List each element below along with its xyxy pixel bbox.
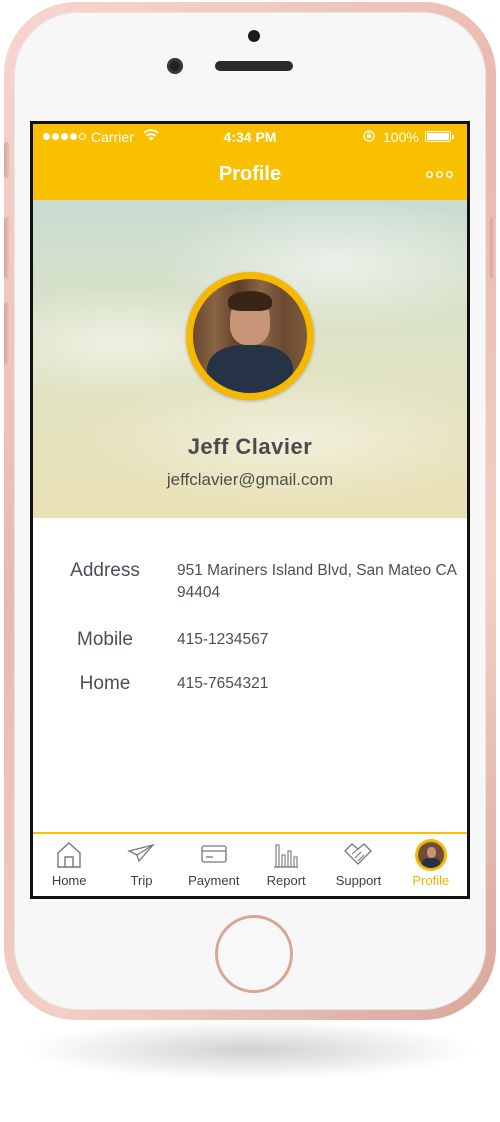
proximity-sensor xyxy=(248,30,260,42)
tab-trip[interactable]: Trip xyxy=(105,834,177,896)
detail-value[interactable]: 415-1234567 xyxy=(177,629,457,651)
detail-label: Address xyxy=(70,560,140,581)
earpiece-speaker xyxy=(215,61,293,71)
home-button[interactable] xyxy=(215,915,293,993)
tab-payment[interactable]: Payment xyxy=(178,834,250,896)
volume-up-button xyxy=(4,217,10,279)
status-bar: Carrier 4:34 PM 100% xyxy=(33,124,467,150)
avatar-icon xyxy=(414,839,447,871)
rotation-lock-icon xyxy=(363,130,375,142)
avatar-photo xyxy=(193,279,307,393)
detail-value: 951 Mariners Island Blvd, San Mateo CA 9… xyxy=(177,562,457,601)
battery-percentage: 100% xyxy=(383,129,419,145)
profile-name: Jeff Clavier xyxy=(187,434,313,459)
detail-value[interactable]: 415-7654321 xyxy=(177,673,457,695)
profile-header: Jeff Clavier jeffclavier@gmail.com xyxy=(33,200,467,518)
tab-label: Trip xyxy=(130,873,153,888)
tab-label: Support xyxy=(335,873,382,888)
tab-label: Profile xyxy=(412,873,450,888)
page-title: Profile xyxy=(218,163,282,185)
battery-icon xyxy=(425,131,454,142)
tab-label: Home xyxy=(51,873,87,888)
tab-label: Payment xyxy=(188,873,240,888)
front-camera xyxy=(167,58,183,74)
bar-chart-icon xyxy=(274,844,299,868)
phone-shadow xyxy=(20,1020,480,1080)
detail-label: Home xyxy=(79,673,131,694)
tab-support[interactable]: Support xyxy=(322,834,394,896)
app-screen: Carrier 4:34 PM 100% Profile Jeff Clavie… xyxy=(30,121,470,899)
tab-profile[interactable]: Profile xyxy=(395,834,467,896)
house-icon xyxy=(57,842,81,868)
avatar[interactable] xyxy=(186,272,314,400)
tab-bar: Home Trip Payment Report Support Profile xyxy=(33,832,467,896)
volume-down-button xyxy=(4,302,10,364)
handshake-icon xyxy=(344,843,373,865)
tab-report[interactable]: Report xyxy=(250,834,322,896)
more-dots-icon[interactable] xyxy=(426,171,453,178)
mute-switch xyxy=(4,142,10,178)
credit-card-icon xyxy=(201,845,227,863)
navigation-bar: Profile xyxy=(33,150,467,200)
profile-email: jeffclavier@gmail.com xyxy=(166,470,334,489)
tab-home[interactable]: Home xyxy=(33,834,105,896)
power-button xyxy=(490,217,496,279)
detail-label: Mobile xyxy=(77,629,133,650)
paper-plane-icon xyxy=(127,843,156,863)
tab-label: Report xyxy=(266,873,306,888)
